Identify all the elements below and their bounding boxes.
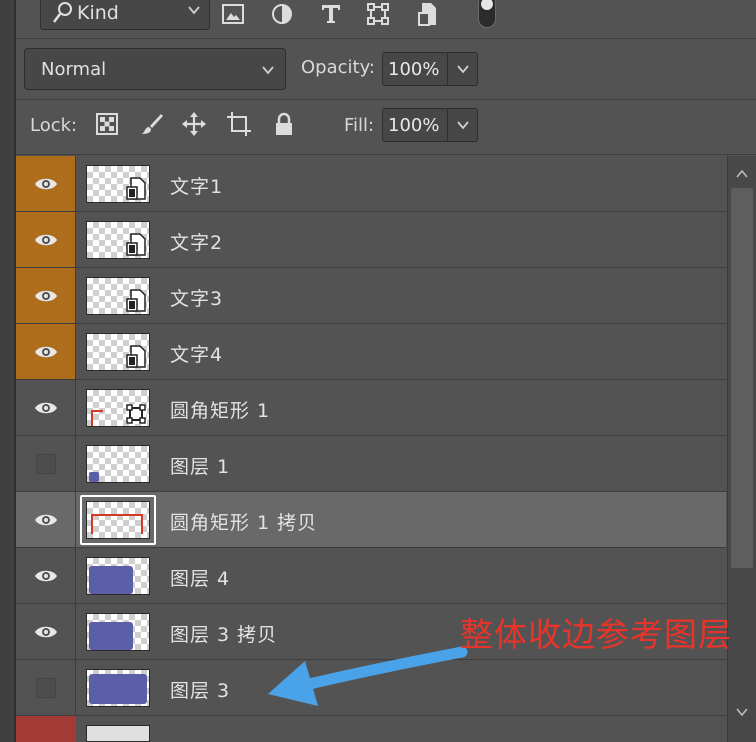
layer-name[interactable]: 图层 1 bbox=[170, 452, 230, 479]
layer-thumbnail[interactable] bbox=[86, 333, 150, 371]
layer-visibility-toggle[interactable] bbox=[16, 604, 76, 659]
layer-name[interactable]: 圆角矩形 1 拷贝 bbox=[170, 508, 317, 535]
layer-name[interactable]: 图层 3 bbox=[170, 676, 230, 703]
opacity-dropdown-button[interactable] bbox=[448, 52, 478, 86]
chevron-down-icon bbox=[456, 121, 469, 130]
layer-row[interactable]: 文字4 bbox=[16, 324, 726, 380]
layer-thumbnail[interactable] bbox=[86, 445, 150, 483]
annotation-text: 整体收边参考图层 bbox=[460, 615, 732, 654]
shape-layer-icon bbox=[126, 404, 146, 424]
prevent-autonest-icon[interactable] bbox=[226, 111, 252, 137]
layer-row[interactable]: 圆角矩形 1 bbox=[16, 380, 726, 436]
lock-label: Lock: bbox=[30, 115, 78, 136]
layer-visibility-toggle[interactable] bbox=[16, 436, 76, 491]
layer-row[interactable]: 文字1 bbox=[16, 156, 726, 212]
layer-visibility-toggle[interactable] bbox=[16, 156, 76, 211]
shape-filter-icon[interactable] bbox=[365, 1, 391, 27]
eye-icon bbox=[34, 290, 57, 301]
layer-name[interactable]: 文字1 bbox=[170, 172, 223, 199]
layer-thumbnail[interactable] bbox=[86, 389, 150, 427]
layer-thumbnail[interactable] bbox=[86, 557, 150, 595]
layer-thumbnail[interactable] bbox=[86, 501, 150, 539]
divider bbox=[16, 38, 756, 39]
layer-thumbnail[interactable] bbox=[86, 613, 150, 651]
kind-filter-label: Kind bbox=[77, 2, 119, 24]
lock-image-pixels-icon[interactable] bbox=[139, 111, 165, 137]
divider bbox=[16, 99, 756, 100]
layer-thumbnail[interactable] bbox=[86, 669, 150, 707]
layer-thumbnail[interactable] bbox=[86, 221, 150, 259]
eye-icon bbox=[34, 346, 57, 357]
partial-layer-visibility-cell[interactable] bbox=[16, 716, 76, 742]
hidden-visibility-box bbox=[35, 453, 56, 474]
layer-row[interactable]: 文字2 bbox=[16, 212, 726, 268]
divider bbox=[16, 154, 756, 155]
layer-name[interactable]: 文字3 bbox=[170, 284, 223, 311]
layer-row[interactable]: 圆角矩形 1 拷贝 bbox=[16, 492, 726, 548]
layer-name[interactable]: 图层 3 拷贝 bbox=[170, 620, 277, 647]
scroll-down-button[interactable] bbox=[731, 700, 753, 724]
layer-name[interactable]: 圆角矩形 1 bbox=[170, 396, 270, 423]
scrollbar-thumb[interactable] bbox=[731, 188, 753, 568]
filter-toggle-switch[interactable] bbox=[478, 0, 496, 28]
layer-visibility-toggle[interactable] bbox=[16, 380, 76, 435]
blend-mode-label: Normal bbox=[41, 58, 107, 80]
layer-name[interactable]: 文字2 bbox=[170, 228, 223, 255]
eye-icon bbox=[34, 570, 57, 581]
eye-icon bbox=[34, 178, 57, 189]
layer-row[interactable]: 图层 1 bbox=[16, 436, 726, 492]
partial-layer-thumbnail bbox=[86, 725, 150, 742]
lock-transparent-pixels-icon[interactable] bbox=[94, 111, 120, 137]
kind-filter-dropdown[interactable]: Kind bbox=[40, 0, 210, 30]
layer-visibility-toggle[interactable] bbox=[16, 492, 76, 547]
type-filter-icon[interactable] bbox=[318, 1, 344, 27]
layer-filter-bar: Kind bbox=[16, 0, 756, 38]
blend-mode-dropdown[interactable]: Normal bbox=[24, 48, 286, 90]
chevron-up-icon bbox=[736, 169, 748, 178]
layer-row[interactable]: 图层 4 bbox=[16, 548, 726, 604]
eye-icon bbox=[34, 514, 57, 525]
opacity-label: Opacity: bbox=[301, 57, 375, 78]
eye-icon bbox=[34, 626, 57, 637]
chevron-down-icon bbox=[188, 6, 200, 15]
fill-label: Fill: bbox=[344, 115, 375, 136]
layer-visibility-toggle[interactable] bbox=[16, 268, 76, 323]
lock-all-icon[interactable] bbox=[271, 111, 297, 137]
smart-object-icon bbox=[126, 289, 146, 312]
layer-row[interactable]: 文字3 bbox=[16, 268, 726, 324]
layer-row[interactable]: 图层 3 bbox=[16, 660, 726, 716]
layer-thumbnail[interactable] bbox=[86, 165, 150, 203]
chevron-down-icon bbox=[456, 65, 469, 74]
layer-visibility-toggle[interactable] bbox=[16, 660, 76, 715]
opacity-input[interactable]: 100% bbox=[382, 52, 448, 86]
scroll-up-button[interactable] bbox=[731, 162, 753, 186]
hidden-visibility-box bbox=[35, 677, 56, 698]
layer-visibility-toggle[interactable] bbox=[16, 212, 76, 267]
smart-object-filter-icon[interactable] bbox=[415, 1, 441, 27]
chevron-down-icon bbox=[736, 708, 748, 717]
chevron-down-icon bbox=[262, 66, 274, 75]
fill-dropdown-button[interactable] bbox=[448, 108, 478, 142]
fill-input[interactable]: 100% bbox=[382, 108, 448, 142]
layer-name[interactable]: 文字4 bbox=[170, 340, 223, 367]
adjustment-filter-icon[interactable] bbox=[269, 1, 295, 27]
layer-name[interactable]: 图层 4 bbox=[170, 564, 230, 591]
smart-object-icon bbox=[126, 345, 146, 368]
eye-icon bbox=[34, 234, 57, 245]
eye-icon bbox=[34, 402, 57, 413]
smart-object-icon bbox=[126, 177, 146, 200]
smart-object-icon bbox=[126, 233, 146, 256]
layer-visibility-toggle[interactable] bbox=[16, 548, 76, 603]
layer-thumbnail[interactable] bbox=[86, 277, 150, 315]
layer-visibility-toggle[interactable] bbox=[16, 324, 76, 379]
lock-position-icon[interactable] bbox=[181, 111, 207, 137]
image-filter-icon[interactable] bbox=[220, 1, 246, 27]
search-icon bbox=[53, 2, 72, 23]
panel-left-edge bbox=[0, 0, 16, 742]
